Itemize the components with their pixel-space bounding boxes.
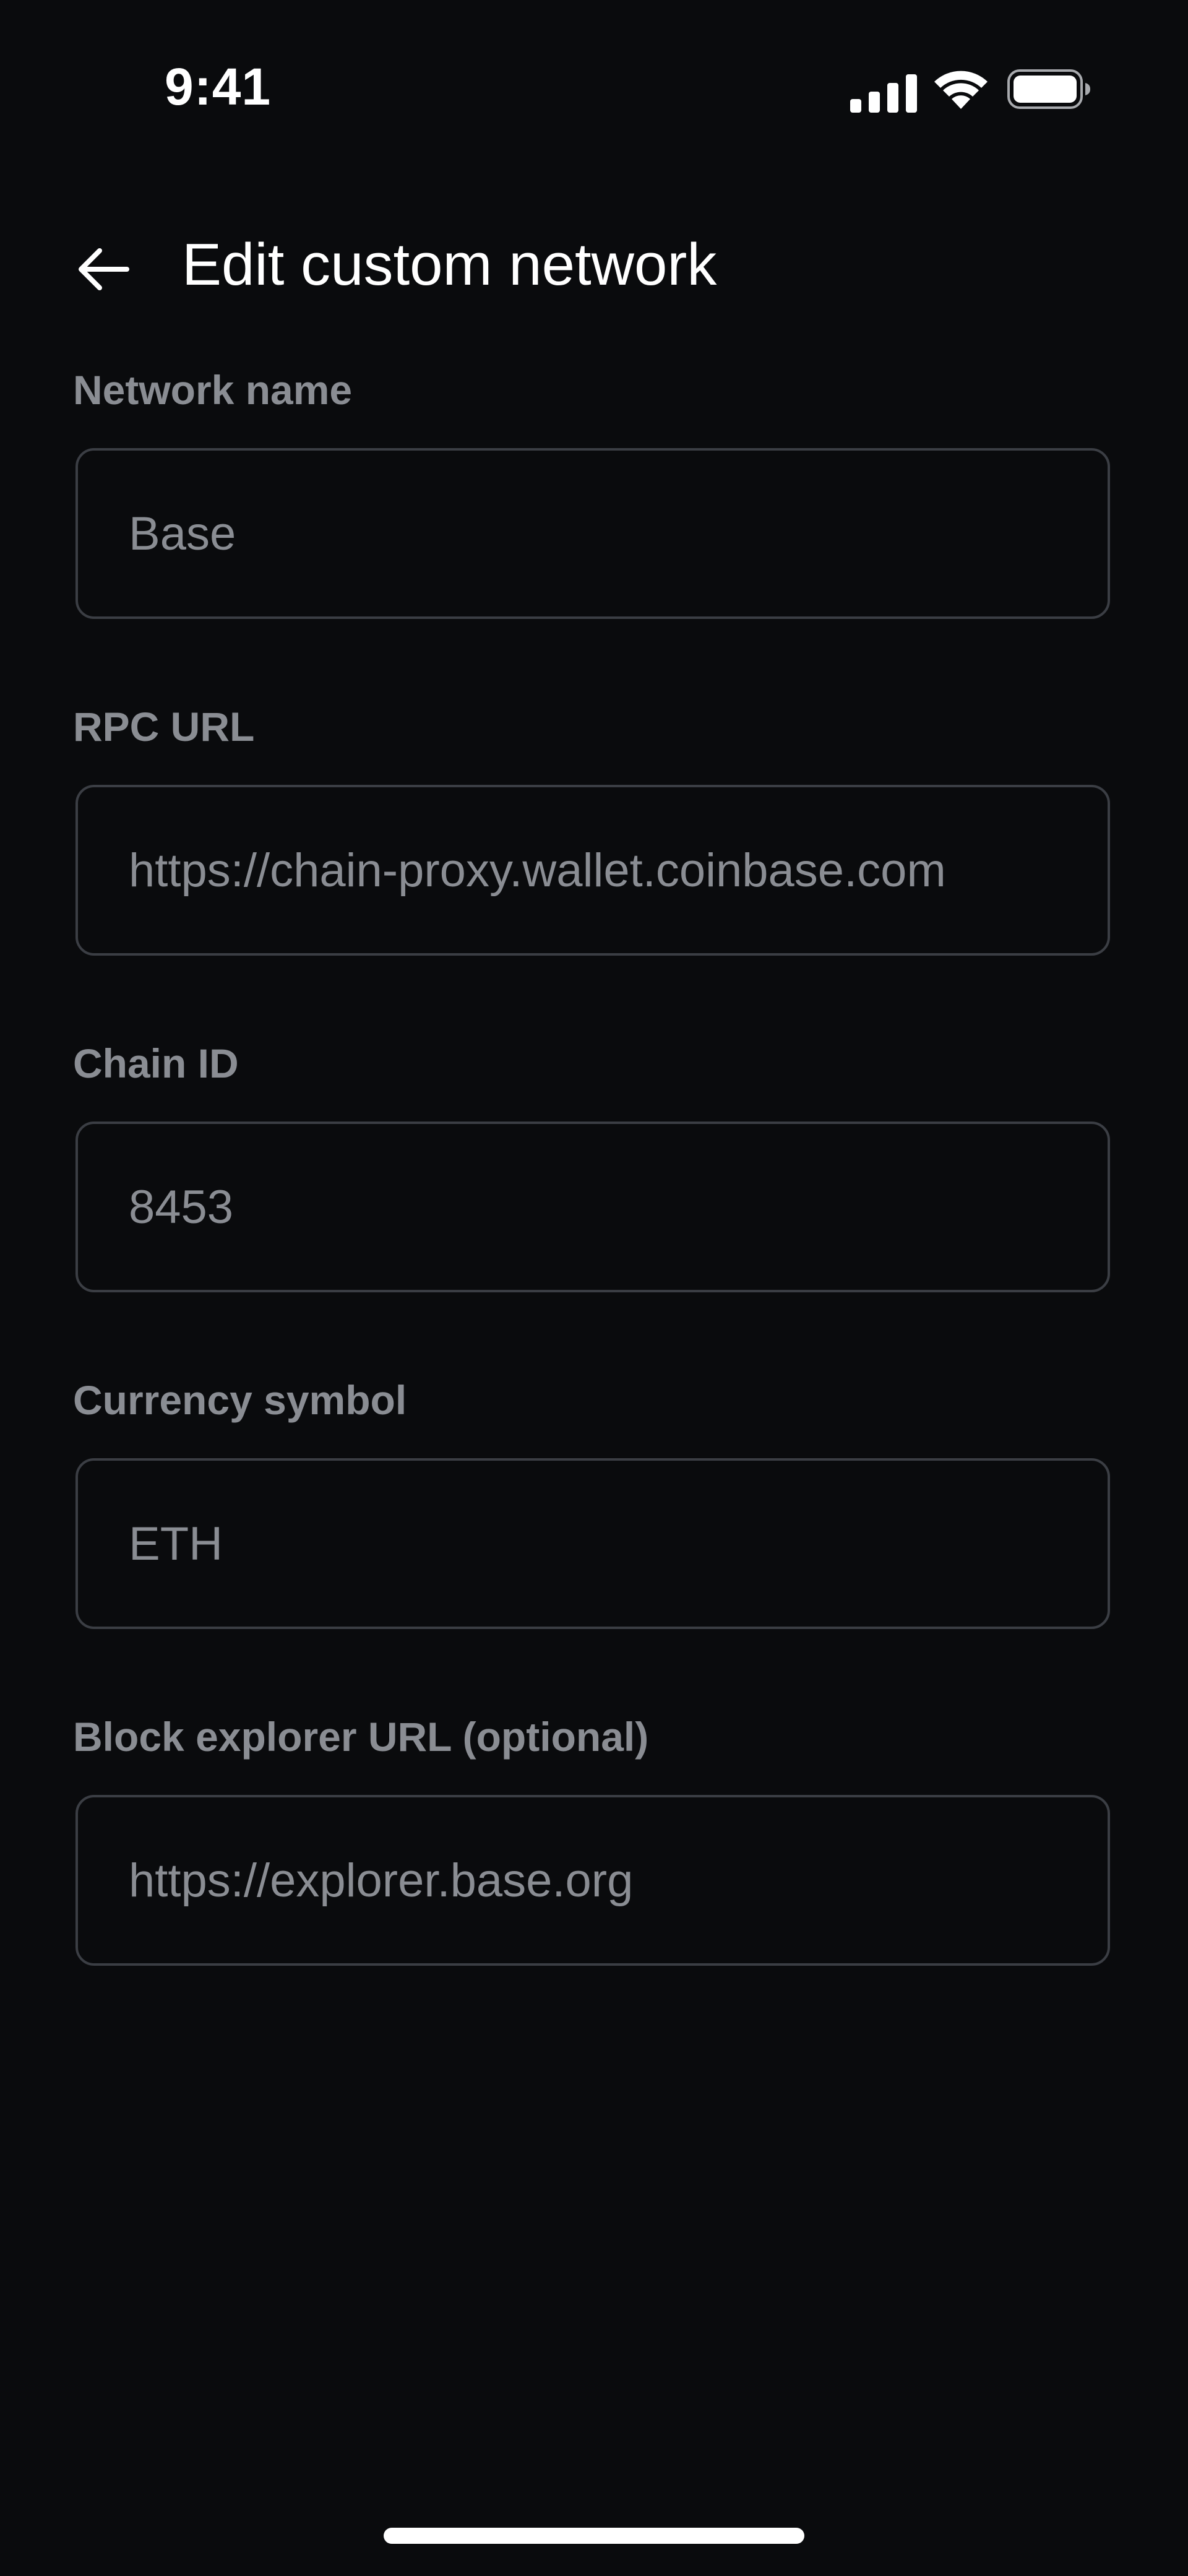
- home-indicator[interactable]: [384, 2528, 804, 2544]
- status-time: 9:41: [165, 58, 272, 116]
- arrow-left-icon: [79, 248, 129, 290]
- currency-symbol-input[interactable]: [78, 1461, 1108, 1627]
- chain-id-label: Chain ID: [73, 1040, 239, 1086]
- network-name-label: Network name: [73, 367, 353, 413]
- chain-id-input[interactable]: [78, 1124, 1108, 1290]
- currency-symbol-label: Currency symbol: [73, 1377, 407, 1423]
- back-button[interactable]: [69, 235, 137, 303]
- network-name-field[interactable]: [75, 448, 1110, 619]
- rpc-url-label: RPC URL: [73, 704, 255, 750]
- chain-id-field[interactable]: [75, 1122, 1110, 1292]
- rpc-url-input[interactable]: [78, 787, 1108, 953]
- cellular-signal-icon: [850, 74, 917, 113]
- block-explorer-url-field[interactable]: [75, 1795, 1110, 1966]
- status-bar: 9:41: [0, 0, 1188, 173]
- block-explorer-url-label: Block explorer URL (optional): [73, 1714, 649, 1760]
- rpc-url-field[interactable]: [75, 785, 1110, 956]
- battery-icon: [1007, 69, 1090, 109]
- page-title: Edit custom network: [182, 231, 717, 298]
- currency-symbol-field[interactable]: [75, 1458, 1110, 1629]
- wifi-icon: [934, 71, 988, 109]
- block-explorer-url-input[interactable]: [78, 1797, 1108, 1963]
- network-name-input[interactable]: [78, 451, 1108, 616]
- status-icons: [849, 68, 1090, 113]
